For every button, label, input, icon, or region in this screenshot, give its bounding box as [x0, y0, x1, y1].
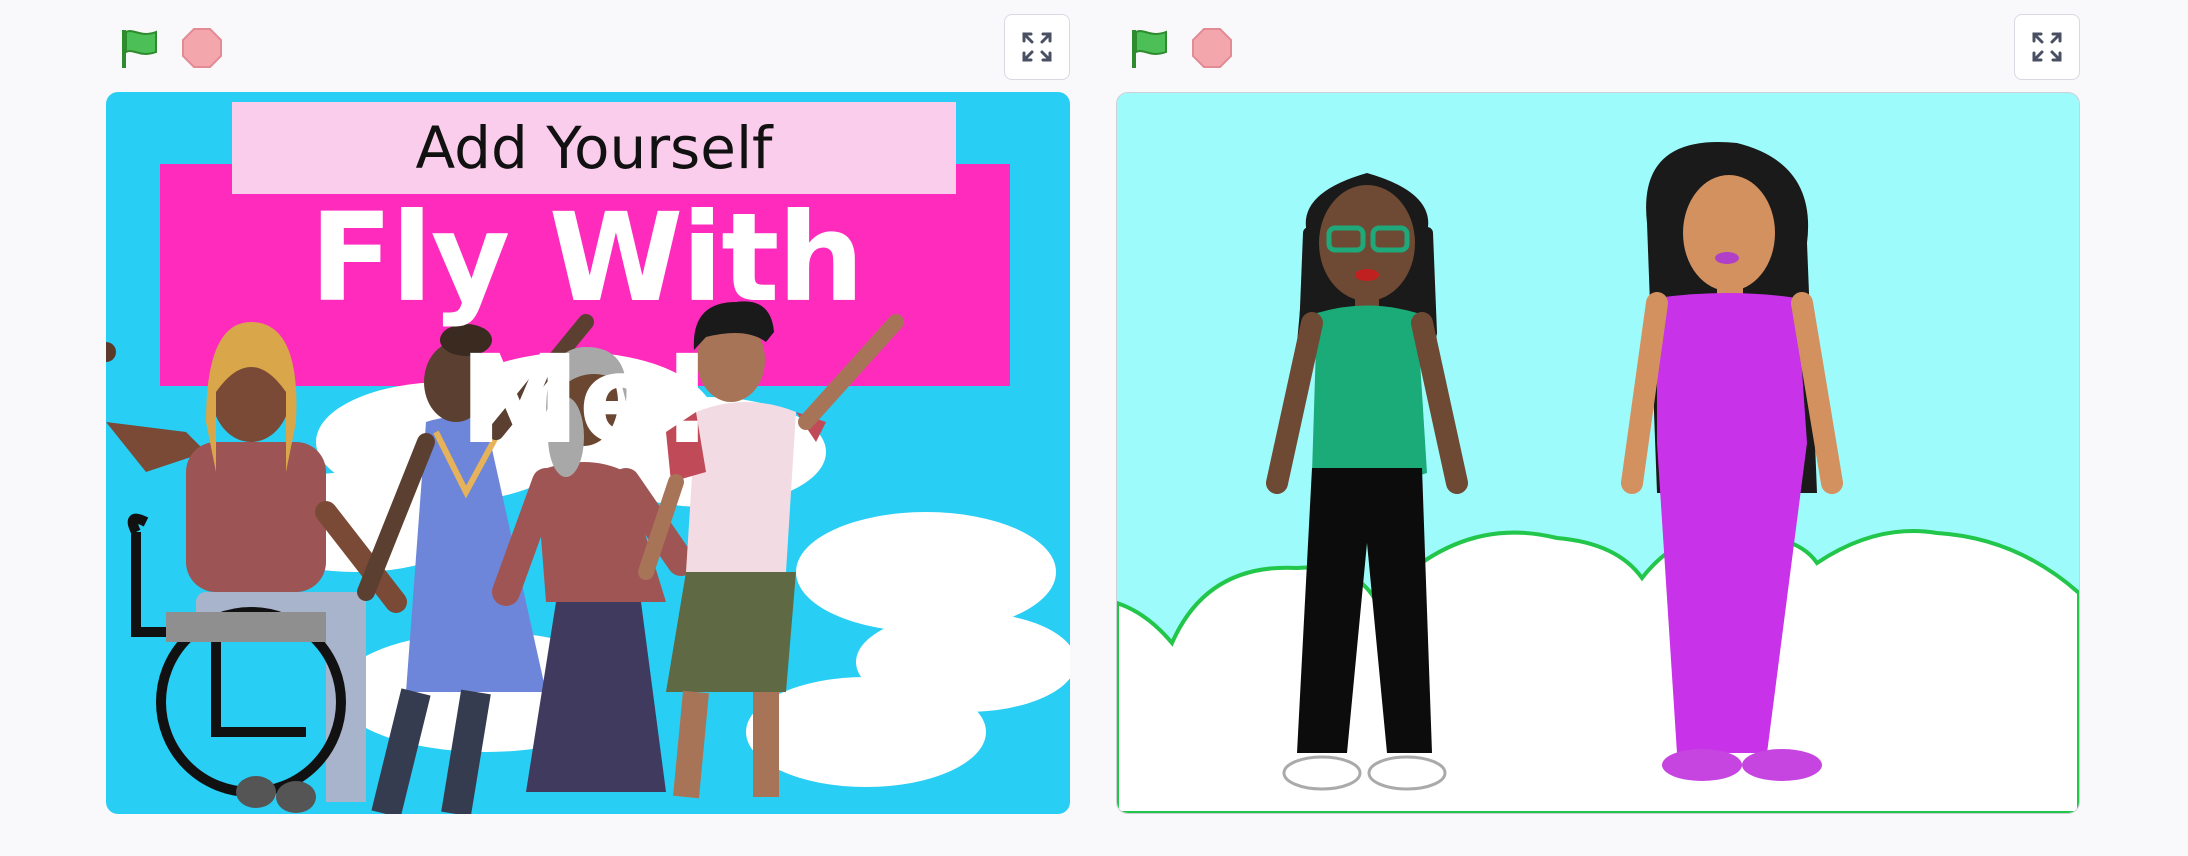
- stage-banner-text: Fly With Me!: [309, 187, 865, 471]
- stop-button[interactable]: [180, 26, 224, 70]
- stage-title: Add Yourself: [232, 102, 956, 194]
- cloud-hills: [1117, 529, 2079, 813]
- green-flag-button[interactable]: [1126, 26, 1170, 70]
- green-flag-icon: [1132, 30, 1167, 68]
- fullscreen-button[interactable]: [2014, 14, 2080, 80]
- project-player-1: Add Yourself Fly With Me!: [100, 0, 1100, 856]
- project-player-2: [1110, 0, 2110, 856]
- stage[interactable]: Add Yourself Fly With Me!: [106, 92, 1070, 814]
- green-flag-icon: [122, 30, 157, 68]
- stop-icon: [182, 28, 222, 68]
- fullscreen-button[interactable]: [1004, 14, 1070, 80]
- stage-backdrop: [1117, 142, 2079, 813]
- fullscreen-icon: [2032, 32, 2062, 62]
- stop-icon: [1192, 28, 1232, 68]
- stop-button[interactable]: [1190, 26, 1234, 70]
- green-flag-button[interactable]: [116, 26, 160, 70]
- stage[interactable]: [1116, 92, 2080, 814]
- fullscreen-icon: [1022, 32, 1052, 62]
